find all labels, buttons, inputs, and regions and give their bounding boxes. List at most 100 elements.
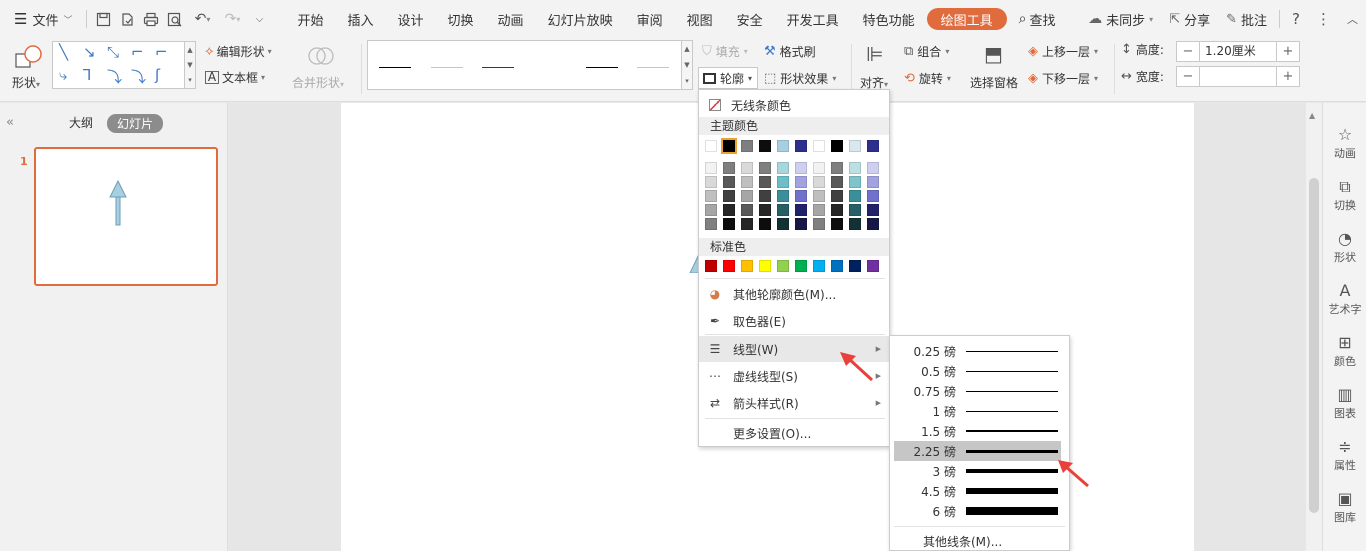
tab-review[interactable]: 审阅 <box>625 0 675 38</box>
redo-icon[interactable]: ↷ ▾ <box>217 7 247 31</box>
theme-shade-swatch[interactable] <box>867 218 879 230</box>
theme-shade-swatch[interactable] <box>723 204 735 216</box>
textbox-button[interactable]: A 文本框 ▾ <box>205 69 265 86</box>
standard-color-swatch[interactable] <box>795 260 807 272</box>
theme-shade-swatch[interactable] <box>849 176 861 188</box>
outline-button[interactable]: 轮廓 ▾ <box>698 67 758 89</box>
comment-button[interactable]: ✎ 批注 <box>1218 10 1275 29</box>
eyedropper-item[interactable]: ✒ 取色器(E) <box>699 309 889 333</box>
theme-shade-swatch[interactable] <box>849 218 861 230</box>
theme-shade-swatch[interactable] <box>795 218 807 230</box>
theme-shade-swatch[interactable] <box>741 218 753 230</box>
more-icon[interactable]: ⋮ <box>1308 10 1339 28</box>
theme-color-swatch[interactable] <box>721 138 737 154</box>
theme-shade-swatch[interactable] <box>705 190 717 202</box>
theme-shade-swatch[interactable] <box>813 162 825 174</box>
rail-animation[interactable]: ☆ 动画 <box>1323 125 1366 161</box>
theme-shade-swatch[interactable] <box>759 190 771 202</box>
rail-chart[interactable]: ▥ 图表 <box>1323 385 1366 421</box>
theme-shade-swatch[interactable] <box>777 218 789 230</box>
merge-shape-button[interactable]: 合并形状▾ <box>292 42 354 92</box>
collapse-ribbon-icon[interactable]: ︿ <box>1339 11 1366 27</box>
theme-shade-swatch[interactable] <box>705 218 717 230</box>
standard-color-swatch[interactable] <box>831 260 843 272</box>
undo-icon[interactable]: ↶ ▾ <box>187 7 217 31</box>
no-line-color-item[interactable]: 无线条颜色 <box>699 94 889 116</box>
decrement-button[interactable]: − <box>1177 42 1199 61</box>
edit-shape-button[interactable]: ⟡ 编辑形状 ▾ <box>205 43 272 60</box>
tab-slideshow[interactable]: 幻灯片放映 <box>536 0 625 38</box>
arrow-style-item[interactable]: ⇄ 箭头样式(R) ▶ <box>699 390 889 416</box>
width-stepper[interactable]: − + <box>1176 66 1300 87</box>
theme-shade-swatch[interactable] <box>831 218 843 230</box>
theme-shade-swatch[interactable] <box>867 162 879 174</box>
theme-shade-swatch[interactable] <box>723 162 735 174</box>
theme-shade-swatch[interactable] <box>813 176 825 188</box>
theme-shade-swatch[interactable] <box>867 176 879 188</box>
theme-shade-swatch[interactable] <box>795 204 807 216</box>
theme-shade-swatch[interactable] <box>759 176 771 188</box>
scrollbar-thumb[interactable] <box>1309 178 1319 513</box>
theme-shade-swatch[interactable] <box>867 190 879 202</box>
line-style-preview[interactable] <box>482 67 514 68</box>
tab-features[interactable]: 特色功能 <box>851 0 927 38</box>
line-weight-item[interactable]: 0.75 磅 <box>894 381 1061 401</box>
rail-gallery[interactable]: ▣ 图库 <box>1323 489 1366 525</box>
theme-shade-swatch[interactable] <box>759 204 771 216</box>
more-outline-colors-item[interactable]: ◕ 其他轮廓颜色(M)... <box>699 282 889 306</box>
line-style-preview[interactable] <box>379 67 411 68</box>
bring-forward-button[interactable]: ◈ 上移一层 ▾ <box>1028 43 1098 60</box>
line-weight-item[interactable]: 0.5 磅 <box>894 361 1061 381</box>
theme-shade-swatch[interactable] <box>723 218 735 230</box>
export-icon[interactable] <box>115 7 139 31</box>
theme-shade-swatch[interactable] <box>867 204 879 216</box>
theme-color-swatch[interactable] <box>777 140 789 152</box>
tab-drawing-tools[interactable]: 绘图工具 <box>926 8 1007 30</box>
customize-toolbar-icon[interactable]: ⌵ <box>247 7 271 31</box>
rail-shape[interactable]: ◔ 形状 <box>1323 229 1366 265</box>
theme-shade-swatch[interactable] <box>831 162 843 174</box>
theme-color-swatch[interactable] <box>849 140 861 152</box>
theme-shade-swatch[interactable] <box>831 204 843 216</box>
tab-animation[interactable]: 动画 <box>486 0 536 38</box>
rail-color[interactable]: ⊞ 颜色 <box>1323 333 1366 369</box>
tab-security[interactable]: 安全 <box>725 0 775 38</box>
tab-transitions[interactable]: 切换 <box>436 0 486 38</box>
line-style-preview[interactable] <box>431 67 463 68</box>
tab-slides[interactable]: 幻灯片 <box>107 114 164 133</box>
line-weight-item[interactable]: 1 磅 <box>894 401 1061 421</box>
theme-color-swatch[interactable] <box>831 140 843 152</box>
theme-shade-swatch[interactable] <box>741 162 753 174</box>
rail-transition[interactable]: ⧉ 切换 <box>1323 177 1366 213</box>
line-weight-item[interactable]: 3 磅 <box>894 461 1061 481</box>
rail-wordart[interactable]: A 艺术字 <box>1323 281 1366 317</box>
format-painter-button[interactable]: ⚒ 格式刷 <box>764 43 816 60</box>
theme-shade-swatch[interactable] <box>777 162 789 174</box>
search-button[interactable]: ⌕ 查找 <box>1007 0 1068 38</box>
share-button[interactable]: ⇱ 分享 <box>1161 10 1218 29</box>
theme-shade-swatch[interactable] <box>741 176 753 188</box>
height-stepper[interactable]: − 1.20厘米 + <box>1176 41 1300 62</box>
theme-shade-swatch[interactable] <box>795 162 807 174</box>
line-style-gallery[interactable] <box>367 40 682 90</box>
width-value[interactable] <box>1199 67 1277 86</box>
line-weight-item[interactable]: 1.5 磅 <box>894 421 1061 441</box>
line-style-preview[interactable] <box>637 67 669 68</box>
tab-outline[interactable]: 大纲 <box>69 114 93 131</box>
standard-color-swatch[interactable] <box>741 260 753 272</box>
group-button[interactable]: ⧉ 组合 ▾ <box>904 43 949 60</box>
decrement-button[interactable]: − <box>1177 67 1199 86</box>
print-icon[interactable] <box>139 7 163 31</box>
standard-color-swatch[interactable] <box>813 260 825 272</box>
line-style-gallery-scroll[interactable]: ▲ ▼ ▾ <box>681 40 693 90</box>
line-style-preview[interactable] <box>534 67 566 68</box>
rotate-button[interactable]: ⟲ 旋转 ▾ <box>904 70 951 87</box>
standard-color-swatch[interactable] <box>777 260 789 272</box>
theme-shade-swatch[interactable] <box>759 218 771 230</box>
line-weight-item[interactable]: 0.25 磅 <box>894 341 1061 361</box>
standard-color-swatch[interactable] <box>723 260 735 272</box>
tab-home[interactable]: 开始 <box>285 0 335 38</box>
theme-color-swatch[interactable] <box>867 140 879 152</box>
more-settings-item[interactable]: 更多设置(O)... <box>699 420 889 446</box>
theme-color-swatch[interactable] <box>795 140 807 152</box>
